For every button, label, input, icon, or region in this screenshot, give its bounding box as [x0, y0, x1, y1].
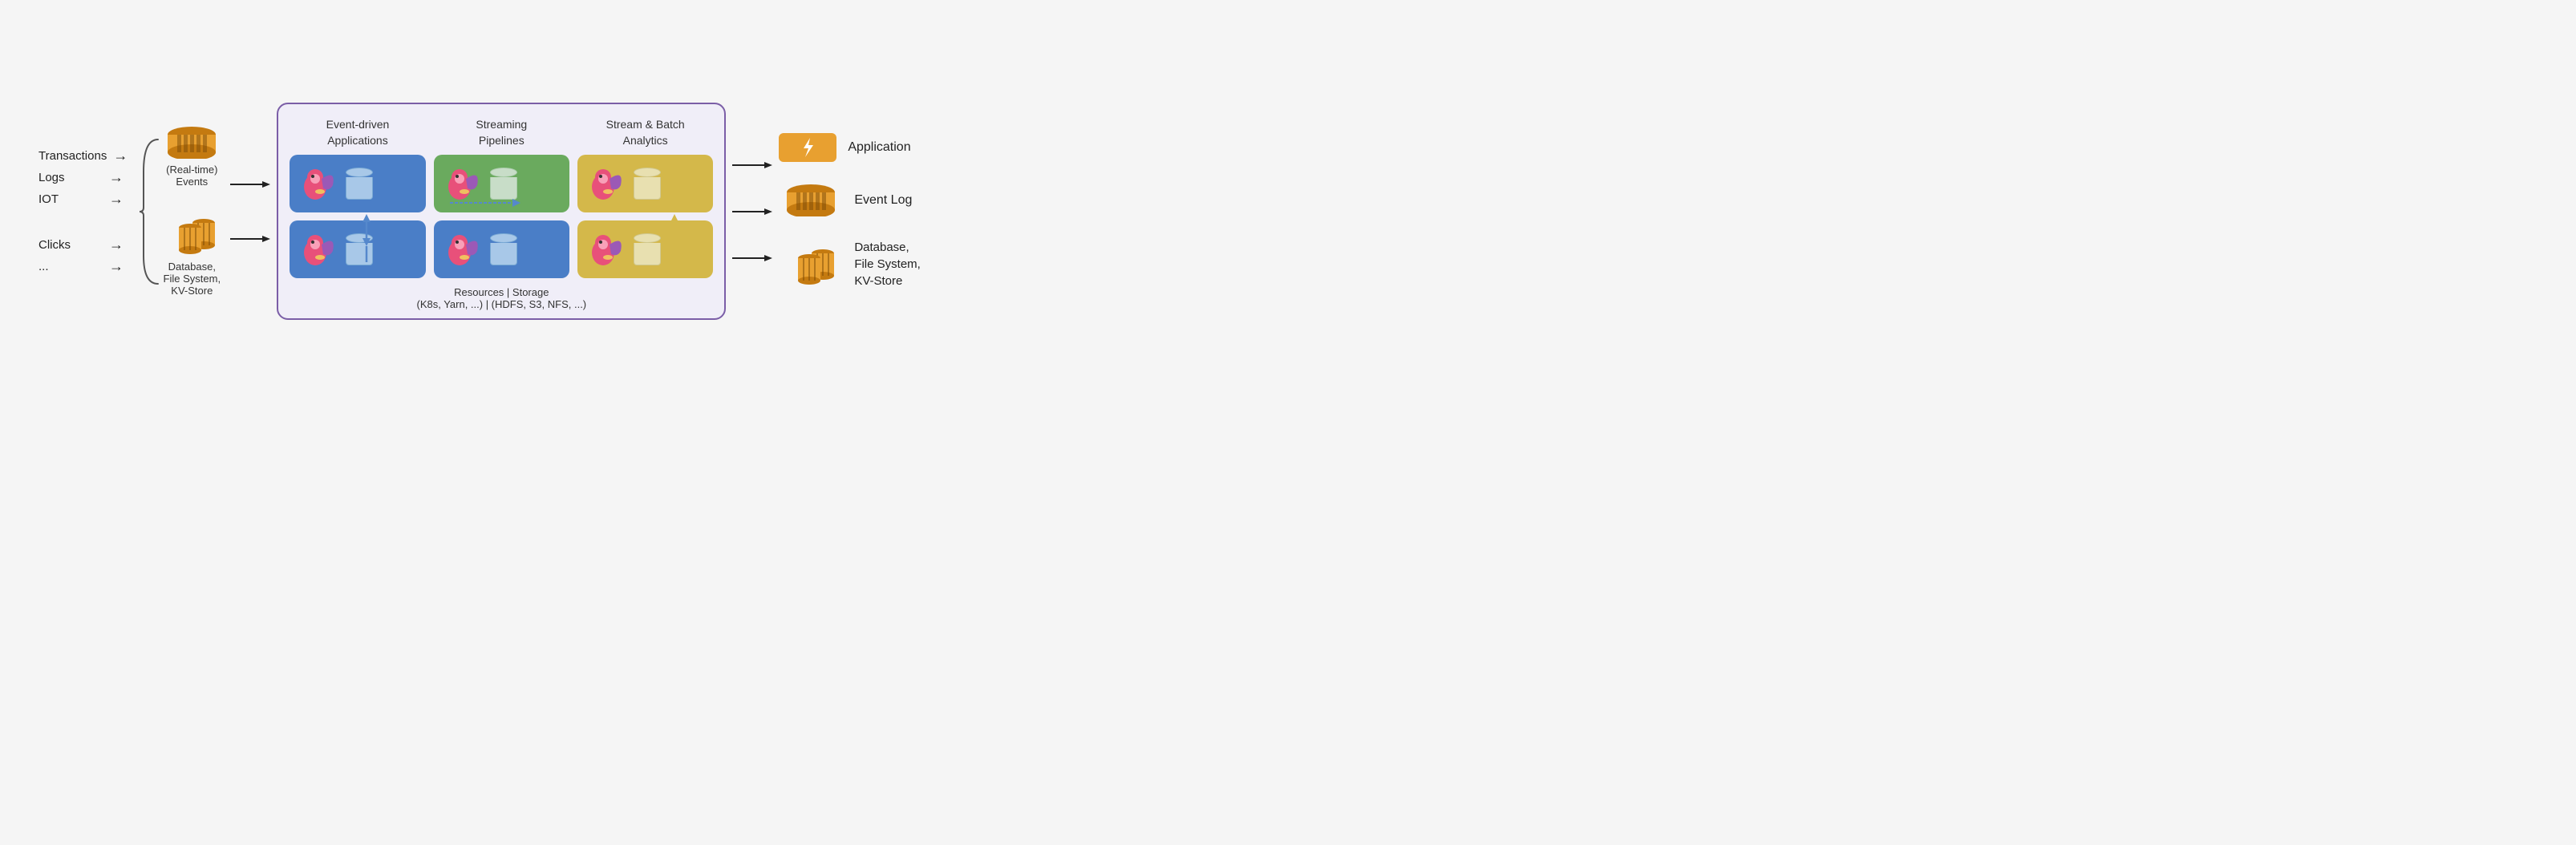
input-label-transactions: Transactions [38, 149, 107, 163]
squirrel-r2c2 [442, 228, 484, 270]
flink-box-r1c2 [434, 155, 569, 212]
box-db-r2c2 [490, 233, 517, 265]
box-db-r2c3 [634, 233, 661, 265]
database-source: Database, File System, KV-Store [160, 212, 224, 297]
flink-bottom-label: Resources | Storage (K8s, Yarn, ...) | (… [416, 286, 586, 310]
squirrel-r1c2 [442, 163, 484, 204]
input-label-iot: IOT [38, 192, 103, 206]
arrow-db-to-flink [230, 231, 270, 247]
flink-grid [290, 155, 713, 278]
arrow-events-to-flink [230, 176, 270, 192]
app-icon [779, 133, 836, 162]
input-label-dots: ... [38, 260, 103, 273]
arrow-dots: → [109, 258, 124, 275]
column-headers: Event-driven Applications Streaming Pipe… [290, 117, 713, 148]
brace-sources: (Real-time) Events [136, 127, 224, 297]
flink-box-r1c1 [290, 155, 425, 212]
inputs-section: Transactions → Logs → IOT → Clicks → ...… [38, 148, 128, 275]
lightning-icon [799, 136, 816, 159]
arrow-transactions: → [113, 148, 128, 164]
output-label-app: Application [848, 140, 910, 155]
input-row-transactions: Transactions → [38, 148, 128, 164]
flink-container: Event-driven Applications Streaming Pipe… [277, 103, 726, 320]
source-arrows [230, 176, 270, 247]
input-label-clicks: Clicks [38, 238, 103, 252]
flink-box-r2c2 [434, 220, 569, 278]
outputs-column: Application Event Log [779, 133, 921, 289]
squirrel-r2c3 [585, 228, 627, 270]
box-db-r1c1 [346, 168, 373, 200]
output-label-db: Database, File System, KV-Store [854, 239, 921, 289]
col-header-3: Stream & Batch Analytics [577, 117, 713, 148]
output-row-app: Application [779, 133, 921, 162]
input-row-dots: ... → [38, 258, 128, 275]
input-row-logs: Logs → [38, 169, 128, 186]
sources-column: (Real-time) Events [160, 127, 224, 297]
kafka-icon-output [779, 184, 843, 216]
col-header-1: Event-driven Applications [290, 117, 425, 148]
arrow-logs: → [109, 169, 124, 186]
squirrel-r2c1 [298, 228, 339, 270]
flink-grid-wrapper [290, 155, 713, 278]
database-label: Database, File System, KV-Store [164, 261, 221, 297]
main-diagram: Transactions → Logs → IOT → Clicks → ...… [22, 87, 1266, 336]
input-label-logs: Logs [38, 171, 103, 184]
db-stack-icon-output [779, 242, 843, 286]
brace-top-svg [136, 131, 160, 292]
arrow-to-app [732, 157, 772, 173]
arrow-to-eventlog [732, 204, 772, 220]
db-stack-icon-input [160, 212, 224, 256]
arrow-clicks: → [109, 237, 124, 253]
flink-box-r2c3 [577, 220, 713, 278]
col-header-2: Streaming Pipelines [434, 117, 569, 148]
flink-box-r1c3 [577, 155, 713, 212]
events-source: (Real-time) Events [160, 127, 224, 188]
arrow-to-db-out [732, 250, 772, 266]
output-row-db: Database, File System, KV-Store [779, 239, 921, 289]
output-row-eventlog: Event Log [779, 184, 921, 216]
box-db-r2c1 [346, 233, 373, 265]
squirrel-r1c3 [585, 163, 627, 204]
events-label: (Real-time) Events [166, 164, 217, 188]
flink-box-r2c1 [290, 220, 425, 278]
kafka-icon-events [160, 127, 224, 159]
squirrel-r1c1 [298, 163, 339, 204]
box-db-r1c3 [634, 168, 661, 200]
box-db-r1c2 [490, 168, 517, 200]
arrow-iot: → [109, 191, 124, 208]
input-row-clicks: Clicks → [38, 237, 128, 253]
input-row-iot: IOT → [38, 191, 128, 208]
output-arrows [732, 157, 772, 266]
output-label-eventlog: Event Log [854, 193, 912, 208]
